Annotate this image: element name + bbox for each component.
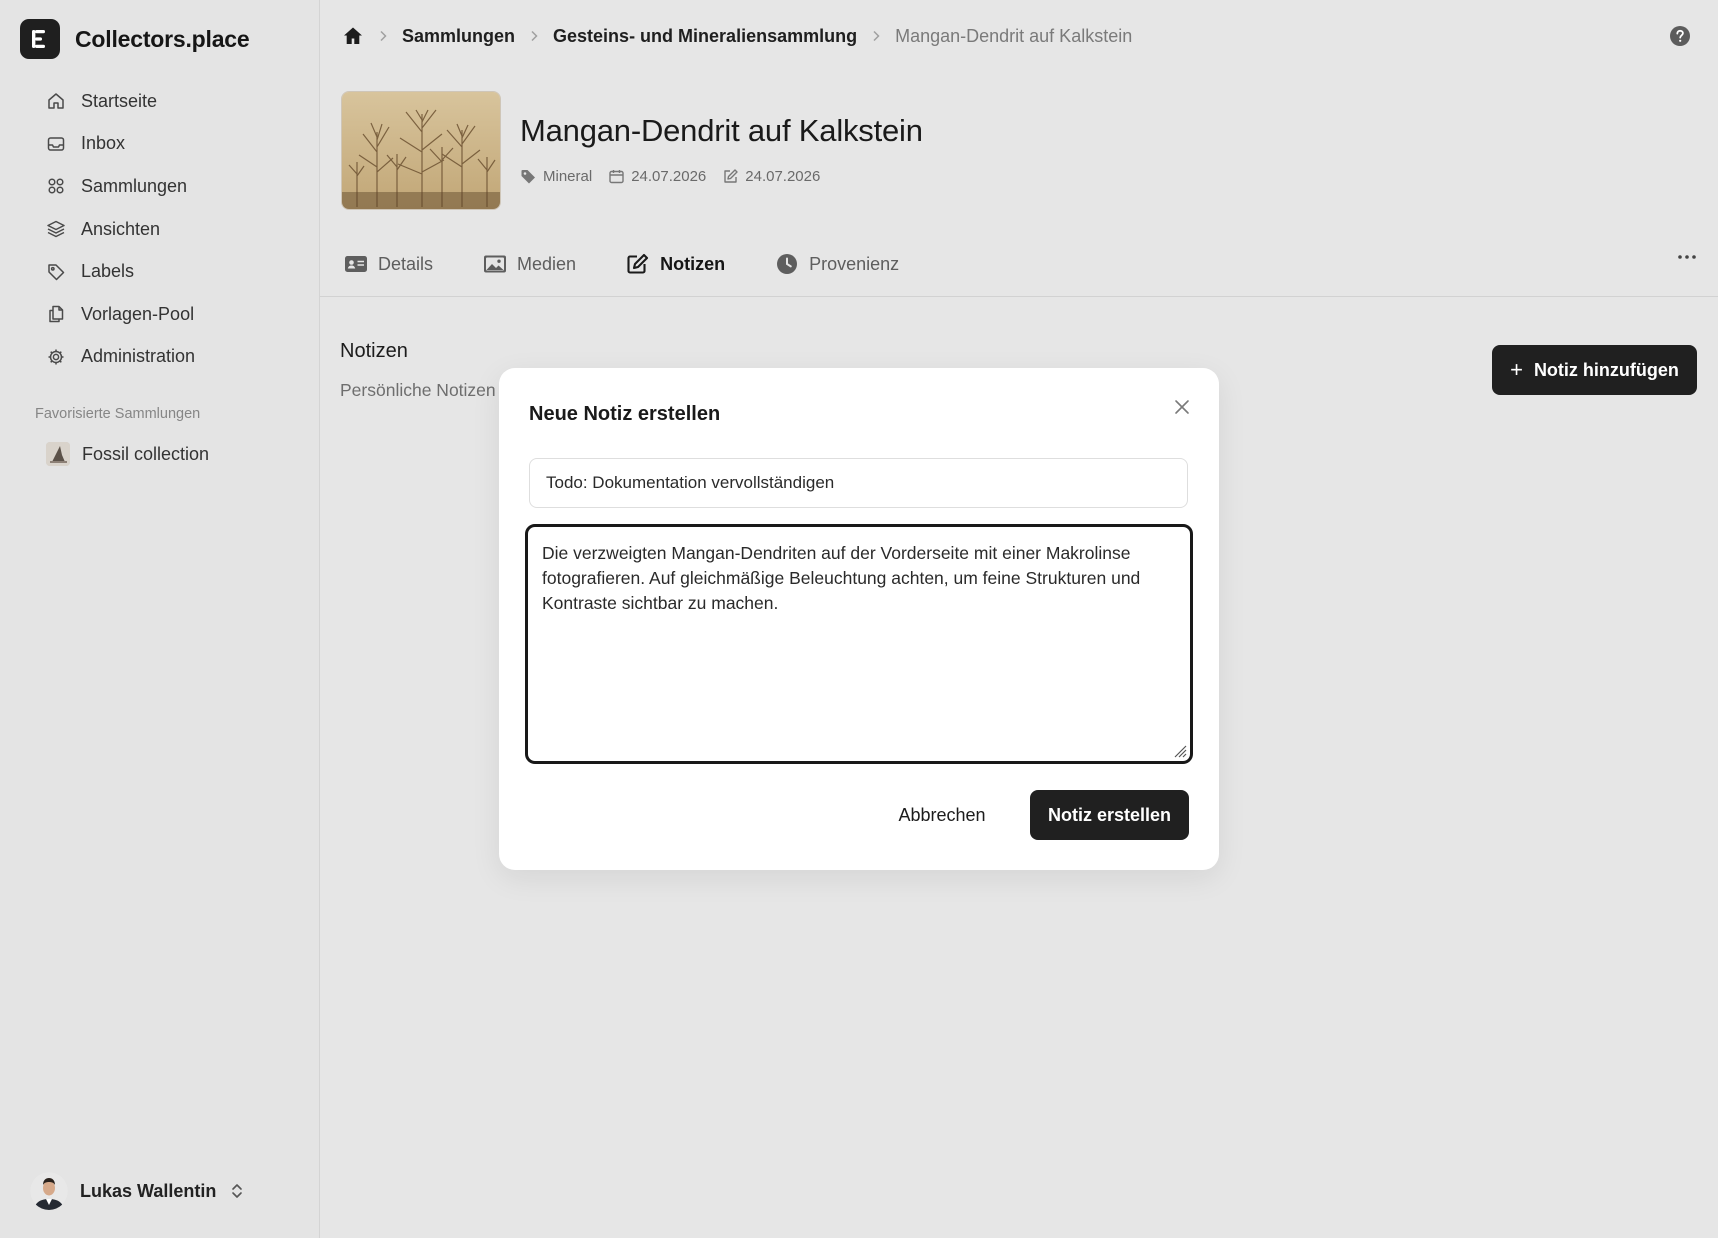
object-tabs: Details Medien Notizen Provenienz	[344, 250, 949, 278]
resize-handle-icon[interactable]	[1171, 742, 1187, 758]
home-icon[interactable]	[342, 25, 364, 47]
user-name: Lukas Wallentin	[80, 1180, 217, 1201]
sidebar-item-label: Ansichten	[81, 218, 161, 239]
sidebar-nav: Startseite Inbox Sammlungen Ansichten La…	[46, 80, 195, 378]
sidebar-item-ansichten[interactable]: Ansichten	[46, 208, 195, 251]
cancel-button[interactable]: Abbrechen	[887, 790, 997, 840]
tab-label: Provenienz	[809, 253, 900, 274]
sidebar-item-vorlagen-pool[interactable]: Vorlagen-Pool	[46, 293, 195, 336]
user-menu[interactable]: Lukas Wallentin	[30, 1172, 244, 1210]
close-icon[interactable]	[1171, 396, 1193, 418]
object-created-date: 24.07.2026	[631, 168, 707, 185]
dialog-title: Neue Notiz erstellen	[529, 403, 721, 425]
sidebar-item-label: Sammlungen	[81, 175, 188, 196]
id-card-icon	[345, 256, 367, 272]
note-title-input[interactable]	[529, 458, 1188, 508]
object-thumbnail[interactable]	[341, 91, 501, 210]
app-name: Collectors.place	[75, 25, 250, 52]
edit-icon	[627, 253, 649, 274]
tabs-divider	[320, 296, 1718, 297]
favorite-fossil-collection[interactable]: Fossil collection	[46, 442, 209, 466]
sidebar: Collectors.place Startseite Inbox Sammlu…	[0, 0, 320, 1238]
add-note-label: Notiz hinzufügen	[1533, 359, 1679, 380]
tab-label: Notizen	[660, 253, 726, 274]
grid-icon	[48, 178, 64, 195]
home-icon	[48, 93, 64, 110]
edit-icon	[724, 169, 738, 183]
new-note-dialog: Neue Notiz erstellen Die verzweigten Man…	[499, 368, 1219, 870]
calendar-icon	[609, 170, 624, 184]
clock-icon	[777, 254, 798, 274]
app-logo-icon	[20, 19, 60, 59]
sidebar-item-label: Vorlagen-Pool	[81, 303, 195, 324]
chevron-up-down-icon	[232, 1184, 243, 1198]
object-created: 24.07.2026	[608, 168, 706, 185]
chevron-right-icon	[873, 30, 880, 42]
favorites-title: Favorisierte Sammlungen	[35, 406, 201, 422]
gear-icon	[48, 349, 64, 365]
tab-medien[interactable]: Medien	[483, 253, 576, 275]
object-category: Mineral	[520, 168, 592, 185]
sidebar-item-sammlungen[interactable]: Sammlungen	[46, 165, 195, 208]
plus-icon: +	[1510, 357, 1523, 382]
layers-icon	[47, 220, 65, 238]
tag-icon	[521, 170, 535, 184]
copy-icon	[49, 306, 64, 323]
notes-section-subtitle: Persönliche Notizen	[340, 380, 496, 400]
sidebar-item-label: Labels	[81, 261, 135, 282]
help-icon[interactable]	[1669, 25, 1691, 47]
object-modified: 24.07.2026	[722, 168, 820, 185]
sidebar-item-administration[interactable]: Administration	[46, 336, 195, 379]
object-category-label: Mineral	[543, 168, 593, 185]
object-meta: Mineral 24.07.2026 24.07.2026	[520, 168, 836, 185]
breadcrumb-collection[interactable]: Gesteins- und Mineraliensammlung	[553, 26, 857, 47]
object-modified-date: 24.07.2026	[745, 168, 821, 185]
sidebar-item-labels[interactable]: Labels	[46, 250, 195, 293]
sidebar-item-startseite[interactable]: Startseite	[46, 80, 195, 123]
create-note-button[interactable]: Notiz erstellen	[1030, 790, 1189, 840]
tab-notizen[interactable]: Notizen	[626, 253, 725, 275]
sidebar-item-label: Startseite	[81, 90, 158, 111]
tab-label: Details	[378, 253, 434, 274]
tab-details[interactable]: Details	[344, 253, 433, 275]
brand[interactable]: Collectors.place	[20, 19, 250, 59]
object-title: Mangan-Dendrit auf Kalkstein	[520, 113, 923, 148]
sidebar-item-label: Inbox	[81, 133, 126, 154]
favorite-label: Fossil collection	[82, 443, 210, 464]
chevron-right-icon	[380, 30, 387, 42]
breadcrumb: Sammlungen Gesteins- und Mineraliensamml…	[342, 24, 1132, 48]
breadcrumb-current: Mangan-Dendrit auf Kalkstein	[895, 25, 1133, 46]
more-options-icon[interactable]	[1676, 246, 1698, 268]
inbox-icon	[47, 137, 65, 151]
tab-provenienz[interactable]: Provenienz	[775, 253, 899, 275]
notes-section-title: Notizen	[340, 340, 408, 362]
tab-label: Medien	[517, 253, 577, 274]
add-note-button[interactable]: + Notiz hinzufügen	[1492, 345, 1697, 395]
sidebar-item-label: Administration	[81, 346, 196, 367]
tag-icon	[48, 263, 65, 280]
note-body-field[interactable]: Die verzweigten Mangan-Dendriten auf der…	[525, 524, 1193, 764]
collection-thumbnail	[46, 442, 70, 466]
image-icon	[484, 255, 507, 273]
note-body-textarea[interactable]: Die verzweigten Mangan-Dendriten auf der…	[542, 541, 1176, 747]
chevron-right-icon	[531, 30, 538, 42]
sidebar-item-inbox[interactable]: Inbox	[46, 123, 195, 166]
avatar	[30, 1172, 68, 1210]
breadcrumb-sammlungen[interactable]: Sammlungen	[402, 26, 515, 47]
